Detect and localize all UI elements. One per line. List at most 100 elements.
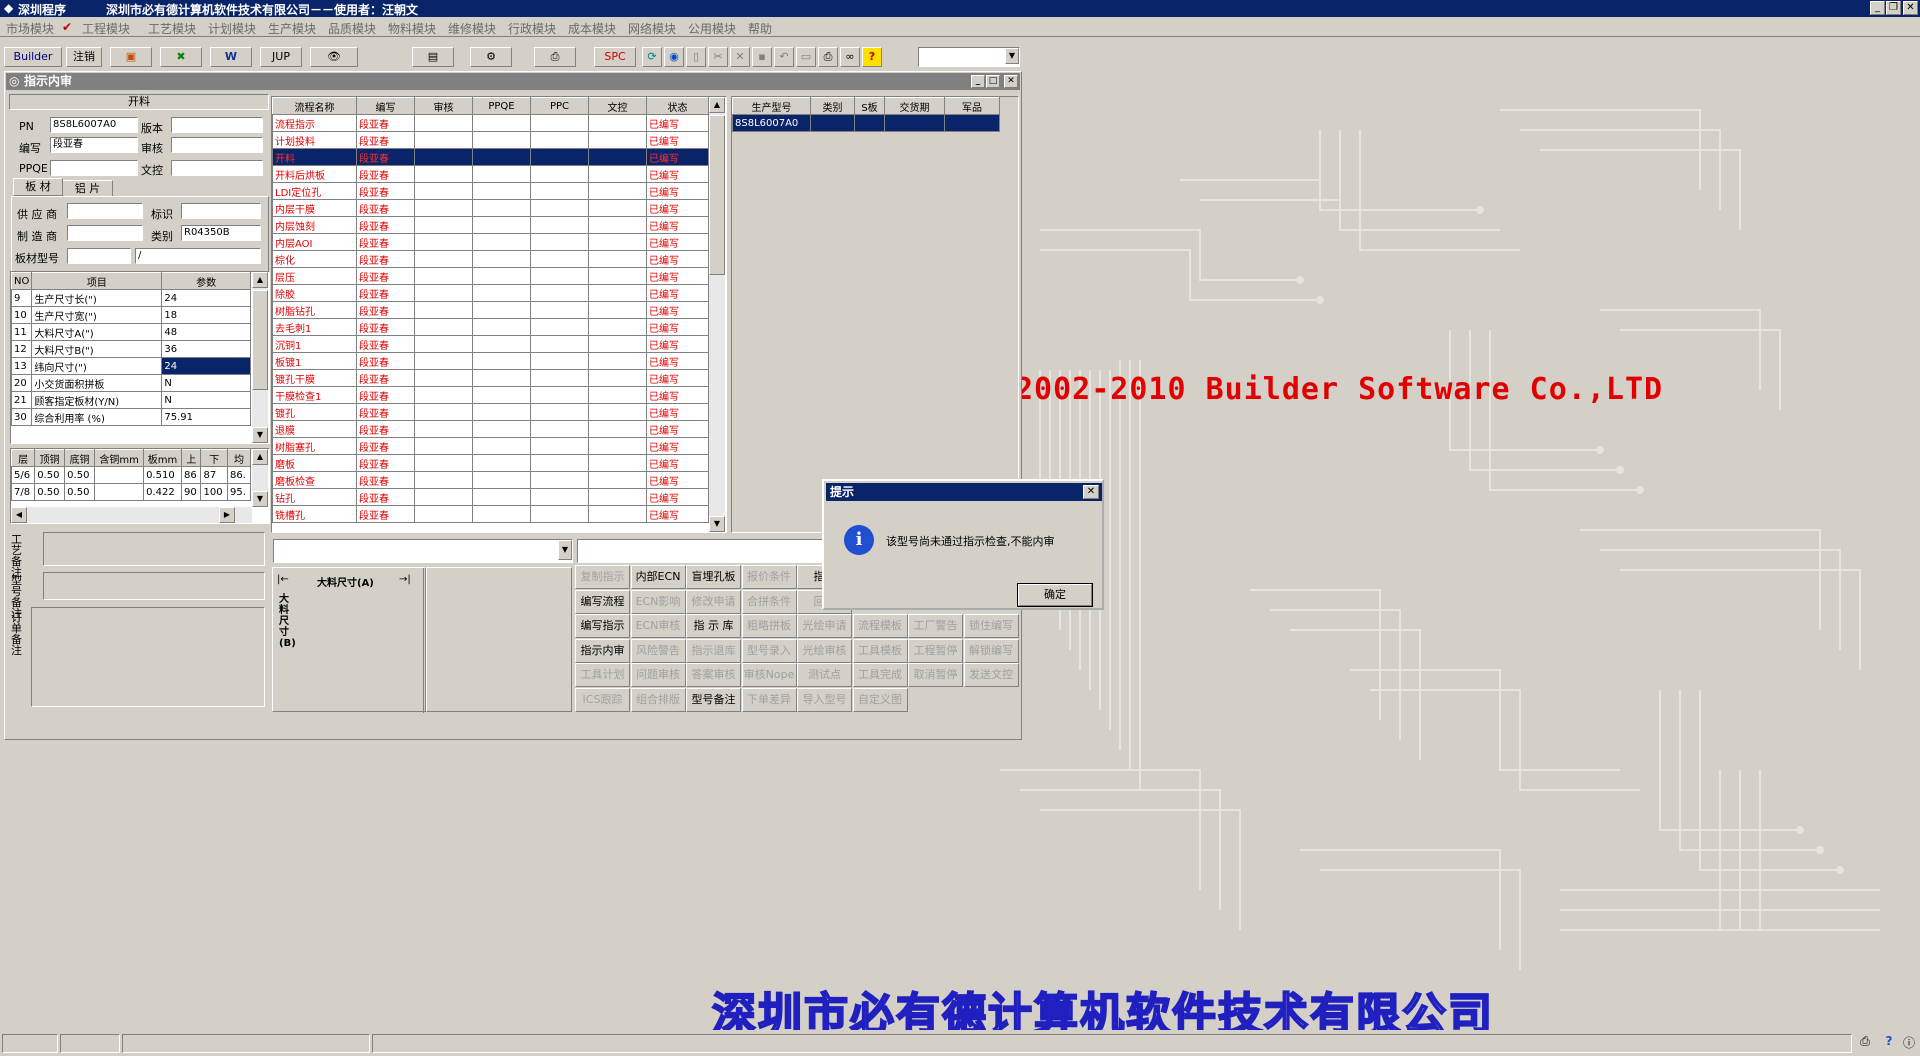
col-item[interactable]: 项目 — [31, 272, 163, 290]
action-button[interactable]: 指示内审 — [575, 638, 630, 663]
builder-button[interactable]: Builder — [4, 47, 62, 67]
action-button[interactable]: 工具完成 — [852, 663, 908, 687]
table-row[interactable]: 去毛刺1 段亚春 已编写 — [272, 318, 709, 336]
table-row[interactable]: 内层AOI 段亚春 已编写 — [272, 233, 709, 251]
menu-item-common[interactable]: 公用模块 — [688, 20, 736, 37]
col-param[interactable]: 参数 — [161, 272, 251, 290]
table-row[interactable]: 板镀1 段亚春 已编写 — [272, 352, 709, 370]
col-model[interactable]: 生产型号 — [732, 97, 811, 115]
cell[interactable]: 48 — [161, 323, 251, 341]
col-flow-name[interactable]: 流程名称 — [272, 97, 357, 115]
cell[interactable]: N — [161, 374, 251, 392]
col-up[interactable]: 上 — [180, 449, 202, 467]
action-button[interactable]: 型号备注 — [686, 687, 741, 712]
printer-icon[interactable]: ⎙ — [1856, 1034, 1874, 1053]
col-ppqe[interactable]: PPQE — [472, 97, 531, 115]
action-button[interactable]: 流程模板 — [852, 614, 908, 638]
action-button[interactable]: 锁住编写 — [963, 614, 1019, 638]
table-row[interactable]: 镀孔 段亚春 已编写 — [272, 403, 709, 421]
cell[interactable] — [810, 114, 855, 132]
craft-note-field[interactable] — [43, 532, 265, 566]
action-button[interactable]: ECN审核 — [630, 614, 686, 638]
col-s-board[interactable]: S板 — [854, 97, 885, 115]
powerpoint-icon[interactable]: ▣ — [110, 47, 152, 67]
menu-item-material[interactable]: 物料模块 — [388, 20, 436, 37]
scroll-left-icon[interactable]: ◀ — [11, 507, 27, 523]
maker-field[interactable] — [67, 225, 143, 241]
minimize-icon[interactable]: _ — [1870, 1, 1885, 15]
globe-icon[interactable]: ◉ — [664, 47, 684, 67]
action-button[interactable]: 光绘审核 — [797, 638, 852, 663]
cut-icon[interactable]: ✂ — [708, 47, 728, 67]
scroll-right-icon[interactable]: ▶ — [219, 507, 235, 523]
scroll-down-icon[interactable]: ▼ — [252, 427, 268, 443]
chevron-down-icon[interactable]: ▼ — [558, 540, 572, 560]
jup-button[interactable]: JUP — [260, 47, 302, 67]
col-no[interactable]: NO — [11, 272, 33, 290]
table-row[interactable]: 层压 段亚春 已编写 — [272, 267, 709, 285]
cell[interactable]: N — [161, 391, 251, 409]
action-button[interactable]: 自定义图 — [852, 687, 908, 712]
menu-item-cost[interactable]: 成本模块 — [568, 20, 616, 37]
review-field[interactable] — [171, 137, 263, 153]
delete-icon[interactable]: ✕ — [730, 47, 750, 67]
model-grid[interactable]: 生产型号 类别 S板 交货期 军品 8S8L6007A0 — [731, 96, 1019, 533]
action-button[interactable]: 工程暂停 — [908, 638, 963, 663]
board-model-field[interactable] — [67, 248, 131, 264]
spc-button[interactable]: SPC — [594, 47, 636, 67]
col-wenkong[interactable]: 文控 — [588, 97, 647, 115]
scroll-thumb[interactable] — [709, 115, 725, 275]
cell[interactable] — [944, 114, 1000, 132]
toolbar-combo[interactable]: ▼ — [918, 47, 1020, 67]
wenkong-field[interactable] — [171, 160, 263, 176]
save-icon[interactable]: ▪ — [752, 47, 772, 67]
table-row[interactable]: 钻孔 段亚春 已编写 — [272, 488, 709, 506]
menu-item-production[interactable]: 生产模块 — [268, 20, 316, 37]
cell-selected[interactable]: 24 — [161, 357, 251, 375]
flow-scrollbar[interactable]: ▲ ▼ — [709, 97, 725, 532]
scroll-up-icon[interactable]: ▲ — [252, 449, 268, 465]
action-button[interactable]: 工具计划 — [575, 663, 630, 687]
action-button[interactable]: 粗略拼板 — [741, 614, 797, 638]
tab-aluminum[interactable]: 铝 片 — [63, 180, 113, 196]
action-button[interactable]: 问题审核 — [630, 663, 686, 687]
action-button[interactable]: 报价条件 — [741, 565, 797, 589]
cell[interactable] — [884, 114, 945, 132]
close-icon[interactable]: ✕ — [1083, 485, 1099, 499]
action-button[interactable]: 工具模板 — [852, 638, 908, 663]
cell[interactable] — [854, 114, 885, 132]
menu-item-help[interactable]: 帮助 — [748, 20, 772, 37]
menu-item-engineering[interactable]: 工程模块 — [82, 20, 130, 37]
action-button[interactable]: 测试点 — [797, 663, 852, 687]
menu-item-craft[interactable]: 工艺模块 — [148, 20, 196, 37]
combo-left[interactable]: ▼ — [273, 539, 573, 563]
layers-hscroll[interactable]: ◀ ▶ — [11, 507, 252, 523]
col-down[interactable]: 下 — [200, 449, 228, 467]
minimize-icon[interactable]: _ — [971, 75, 985, 88]
menu-item-admin[interactable]: 行政模块 — [508, 20, 556, 37]
action-button[interactable]: 光绘申请 — [797, 614, 852, 638]
action-button[interactable]: 修改申请 — [686, 589, 741, 614]
table-row[interactable]: 镀孔干膜 段亚春 已编写 — [272, 369, 709, 387]
params-grid[interactable]: NO 项目 参数 9 生产尺寸长(") 24 10 生产尺寸宽(") 18 11 大料尺寸… — [10, 271, 270, 444]
table-row[interactable]: 开料 段亚春 已编写 — [272, 148, 709, 166]
table-row[interactable]: LDI定位孔 段亚春 已编写 — [272, 182, 709, 200]
table-row[interactable]: 棕化 段亚春 已编写 — [272, 250, 709, 268]
params-scrollbar[interactable]: ▲ ▼ — [252, 272, 268, 443]
col-review[interactable]: 审核 — [414, 97, 473, 115]
maximize-icon[interactable]: □ — [986, 75, 1000, 88]
col-layer[interactable]: 层 — [11, 449, 36, 467]
col-military[interactable]: 军品 — [944, 97, 1000, 115]
category-field[interactable]: R04350B — [181, 225, 261, 241]
table-row[interactable]: 内层干膜 段亚春 已编写 — [272, 199, 709, 217]
excel-icon[interactable]: ✖ — [160, 47, 202, 67]
board-model-field-2[interactable]: / — [135, 248, 261, 264]
scroll-up-icon[interactable]: ▲ — [709, 97, 725, 113]
binoculars-icon[interactable]: ∞ — [840, 47, 860, 67]
col-delivery[interactable]: 交货期 — [884, 97, 945, 115]
col-with-copper[interactable]: 含铜mm — [94, 449, 145, 467]
close-icon[interactable]: ✕ — [1004, 75, 1018, 88]
order-note-field[interactable] — [31, 607, 265, 707]
logout-button[interactable]: 注销 — [66, 47, 102, 67]
action-button[interactable]: 组合排版 — [630, 687, 686, 712]
